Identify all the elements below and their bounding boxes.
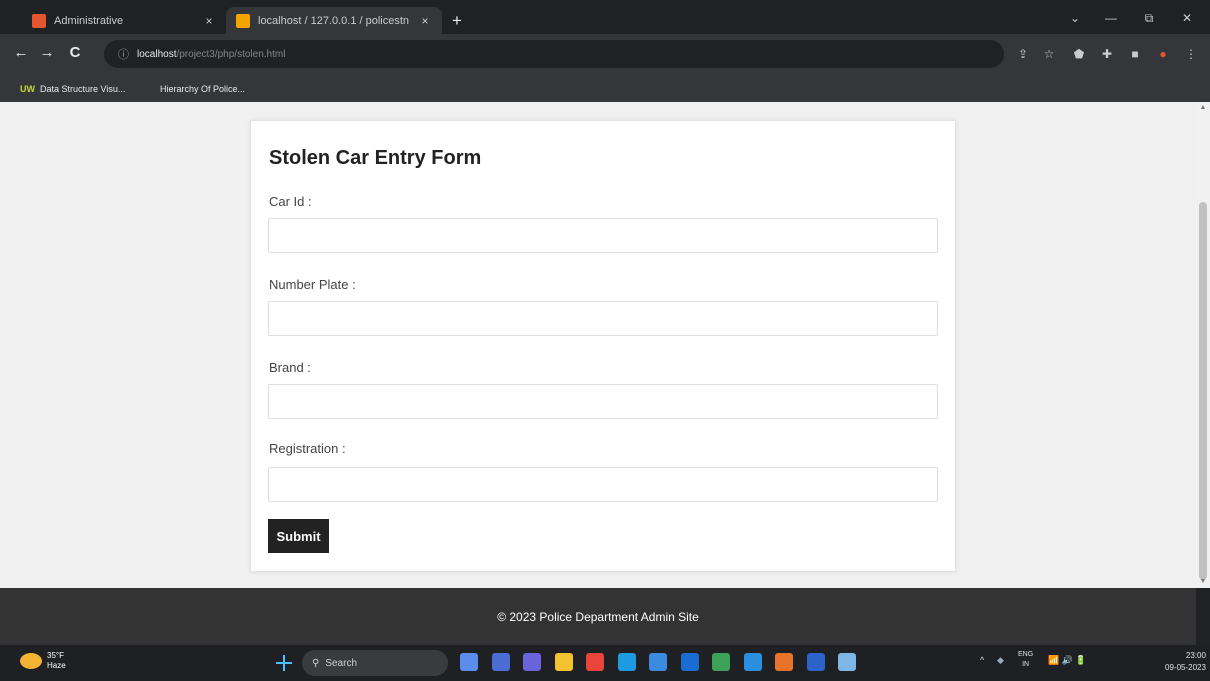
scroll-up-icon[interactable]: ▲ bbox=[1199, 104, 1207, 112]
chrome-app-icon[interactable] bbox=[586, 653, 604, 671]
brand-input[interactable] bbox=[268, 384, 938, 419]
share-icon[interactable]: ⇪ bbox=[1014, 45, 1032, 63]
scroll-thumb[interactable] bbox=[1199, 202, 1207, 580]
number-plate-input[interactable] bbox=[268, 301, 938, 336]
weather-icon bbox=[20, 653, 42, 669]
taskbar-search[interactable]: ⚲ Search bbox=[302, 650, 448, 676]
tab-title: Administrative bbox=[54, 14, 124, 27]
forward-button[interactable]: → bbox=[36, 42, 58, 64]
extensions-icon[interactable]: ✚ bbox=[1098, 45, 1116, 63]
number-plate-label: Number Plate : bbox=[269, 277, 356, 292]
address-path: /project3/php/stolen.html bbox=[176, 48, 286, 60]
tab-favicon-icon bbox=[32, 13, 46, 28]
registration-label: Registration : bbox=[269, 441, 346, 456]
windows-taskbar: 35°F Haze ⚲ Search ^ ◆ ENG IN 📶 🔊 🔋 23:0… bbox=[0, 645, 1210, 681]
word-app-icon[interactable] bbox=[806, 653, 825, 671]
tab-title: localhost / 127.0.0.1 / policestn bbox=[258, 14, 410, 27]
weather-widget[interactable]: 35°F Haze bbox=[20, 651, 66, 671]
tab-close-icon[interactable]: × bbox=[202, 14, 216, 28]
bookmark-data-structure[interactable]: UW Data Structure Visu... bbox=[20, 84, 125, 94]
tray-chevron-icon[interactable]: ^ bbox=[980, 655, 984, 665]
profile-icon[interactable]: ● bbox=[1154, 45, 1172, 63]
form-title: Stolen Car Entry Form bbox=[269, 147, 482, 169]
tab-close-icon[interactable]: × bbox=[418, 14, 432, 28]
tab-strip: Administrative × localhost / 127.0.0.1 /… bbox=[0, 0, 1210, 34]
shield-icon[interactable]: ⬟ bbox=[1070, 45, 1088, 63]
network-volume-battery-icon[interactable]: 📶 🔊 🔋 bbox=[1048, 655, 1087, 666]
outlook-app-icon[interactable] bbox=[680, 653, 699, 671]
notepad-app-icon[interactable] bbox=[838, 653, 856, 671]
clock-time: 23:00 bbox=[1185, 651, 1206, 660]
taskview-app-icon[interactable] bbox=[460, 653, 478, 671]
scroll-down-icon[interactable]: ▼ bbox=[1199, 578, 1207, 586]
tray-app-icon[interactable]: ◆ bbox=[997, 655, 1004, 666]
files-app-icon[interactable] bbox=[554, 653, 573, 671]
search-placeholder: Search bbox=[325, 657, 358, 669]
windows-start-icon[interactable] bbox=[276, 655, 292, 671]
page-footer: © 2023 Police Department Admin Site bbox=[0, 588, 1196, 645]
screen: Administrative × localhost / 127.0.0.1 /… bbox=[0, 0, 1210, 681]
tab-search-icon[interactable]: ⌄ bbox=[1060, 8, 1090, 28]
footer-copyright: © 2023 Police Department Admin Site bbox=[497, 609, 699, 624]
bookmark-hierarchy-police[interactable]: Hierarchy Of Police... bbox=[160, 84, 245, 94]
menu-icon[interactable]: ⋮ bbox=[1182, 45, 1200, 63]
store-app-icon[interactable] bbox=[649, 653, 667, 671]
tab-administrative[interactable]: Administrative × bbox=[22, 7, 226, 34]
weather-temp: 35°F bbox=[47, 651, 64, 660]
minimize-button[interactable]: — bbox=[1096, 8, 1126, 28]
explorer-app-icon[interactable] bbox=[491, 653, 510, 671]
address-bar[interactable]: ⓘ localhost /project3/php/stolen.html bbox=[104, 40, 1004, 68]
brand-label: Brand : bbox=[269, 360, 311, 375]
weather-condition: Haze bbox=[47, 661, 66, 670]
bookmark-label: Data Structure Visu... bbox=[40, 84, 126, 94]
language-indicator[interactable]: ENG IN bbox=[1018, 650, 1033, 670]
bookmark-label: Hierarchy Of Police... bbox=[160, 84, 246, 94]
page-scrollbar[interactable]: ▲ ▼ bbox=[1196, 102, 1210, 588]
taskbar-clock[interactable]: 23:00 09-05-2023 bbox=[1165, 650, 1206, 674]
site-info-icon[interactable]: ⓘ bbox=[118, 46, 129, 62]
bookmarks-bar: UW Data Structure Visu... Hierarchy Of P… bbox=[0, 80, 1210, 102]
vscode-app-icon[interactable] bbox=[743, 653, 762, 671]
form-card: Stolen Car Entry Form Car Id : Number Pl… bbox=[250, 120, 956, 572]
submit-button[interactable]: Submit bbox=[268, 519, 329, 553]
chrome-alt-app-icon[interactable] bbox=[712, 653, 730, 671]
car-id-input[interactable] bbox=[268, 218, 938, 253]
edge-app-icon[interactable] bbox=[617, 653, 636, 671]
new-tab-button[interactable]: + bbox=[446, 10, 468, 32]
lang-bottom: IN bbox=[1022, 661, 1030, 668]
search-icon: ⚲ bbox=[312, 657, 320, 669]
bookmark-uw-icon: UW bbox=[20, 84, 35, 94]
browser-toolbar: ← → C ⓘ localhost /project3/php/stolen.h… bbox=[0, 34, 1210, 80]
registration-input[interactable] bbox=[268, 467, 938, 502]
tab-phpmyadmin[interactable]: localhost / 127.0.0.1 / policestn × bbox=[226, 7, 442, 34]
back-button[interactable]: ← bbox=[10, 42, 32, 64]
reload-button[interactable]: C bbox=[64, 42, 86, 64]
sidebar-icon[interactable]: ■ bbox=[1126, 45, 1144, 63]
car-id-label: Car Id : bbox=[269, 194, 312, 209]
xampp-app-icon[interactable] bbox=[775, 653, 793, 671]
clock-date: 09-05-2023 bbox=[1165, 663, 1206, 672]
address-host: localhost bbox=[137, 48, 177, 60]
lang-top: ENG bbox=[1018, 651, 1034, 658]
star-icon[interactable]: ☆ bbox=[1040, 45, 1058, 63]
chat-app-icon[interactable] bbox=[523, 653, 541, 671]
restore-button[interactable]: ⧉ bbox=[1134, 8, 1164, 28]
page-content: Stolen Car Entry Form Car Id : Number Pl… bbox=[0, 102, 1196, 588]
close-window-button[interactable]: ✕ bbox=[1172, 8, 1202, 28]
tab-favicon-icon bbox=[236, 13, 250, 28]
